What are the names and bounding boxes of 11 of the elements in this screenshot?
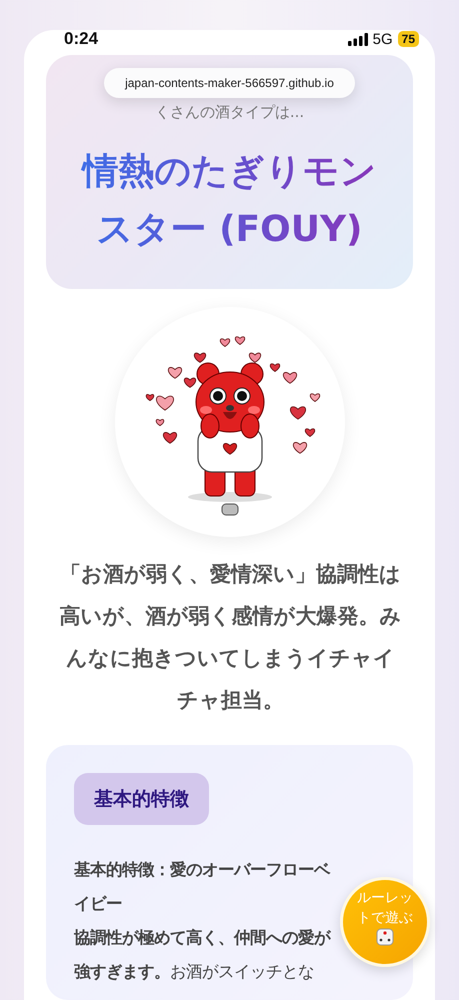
- status-time: 0:24: [64, 29, 98, 49]
- section-heading: 基本的特徴: [74, 773, 209, 825]
- network-label: 5G: [372, 30, 393, 48]
- signal-icon: [348, 32, 368, 46]
- dice-icon: [376, 928, 394, 946]
- type-description: 「お酒が弱く、愛情深い」協調性は高いが、酒が弱く感情が大爆発。みんなに抱きついてしまうイチャイチャ担当。: [58, 561, 402, 714]
- battery-indicator: 75: [398, 31, 419, 47]
- url-bar[interactable]: japan-contents-maker-566597.github.io: [104, 68, 355, 98]
- feature-paragraph: 協調性が極めて高く、仲間への愛が強すぎます。お酒がスイッチとな: [74, 927, 332, 983]
- result-subtitle: くさんの酒タイプは...: [154, 103, 306, 121]
- feature-paragraph: 基本的特徴：愛のオーバーフローベイビー: [74, 859, 332, 915]
